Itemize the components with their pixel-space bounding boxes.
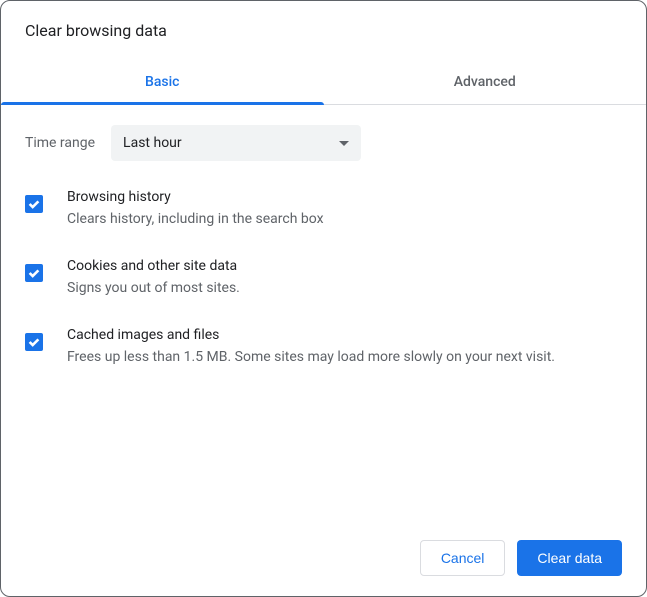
tab-basic[interactable]: Basic [1,60,324,104]
dialog-footer: Cancel Clear data [1,524,646,596]
time-range-row: Time range Last hour [25,125,622,161]
option-desc: Clears history, including in the search … [67,209,622,230]
time-range-label: Time range [25,135,95,151]
option-title: Browsing history [67,189,622,205]
time-range-select[interactable]: Last hour [111,125,361,161]
option-desc: Frees up less than 1.5 MB. Some sites ma… [67,347,622,368]
time-range-value: Last hour [123,135,182,151]
tabs-bar: Basic Advanced [1,60,646,105]
checkbox-cached[interactable] [25,333,43,351]
dialog-content: Time range Last hour Browsing history Cl… [1,105,646,524]
option-desc: Signs you out of most sites. [67,278,622,299]
option-cookies: Cookies and other site data Signs you ou… [25,258,622,299]
option-text: Browsing history Clears history, includi… [67,189,622,230]
option-text: Cached images and files Frees up less th… [67,327,622,368]
chevron-down-icon [339,141,349,146]
option-cached: Cached images and files Frees up less th… [25,327,622,368]
option-browsing-history: Browsing history Clears history, includi… [25,189,622,230]
checkbox-cookies[interactable] [25,264,43,282]
clear-browsing-data-dialog: Clear browsing data Basic Advanced Time … [0,0,647,597]
option-title: Cookies and other site data [67,258,622,274]
clear-data-button[interactable]: Clear data [517,540,622,576]
cancel-button[interactable]: Cancel [420,540,506,576]
tab-advanced[interactable]: Advanced [324,60,647,104]
dialog-title: Clear browsing data [1,1,646,60]
checkmark-icon [27,197,41,211]
option-title: Cached images and files [67,327,622,343]
checkmark-icon [27,335,41,349]
checkbox-browsing-history[interactable] [25,195,43,213]
option-text: Cookies and other site data Signs you ou… [67,258,622,299]
checkmark-icon [27,266,41,280]
